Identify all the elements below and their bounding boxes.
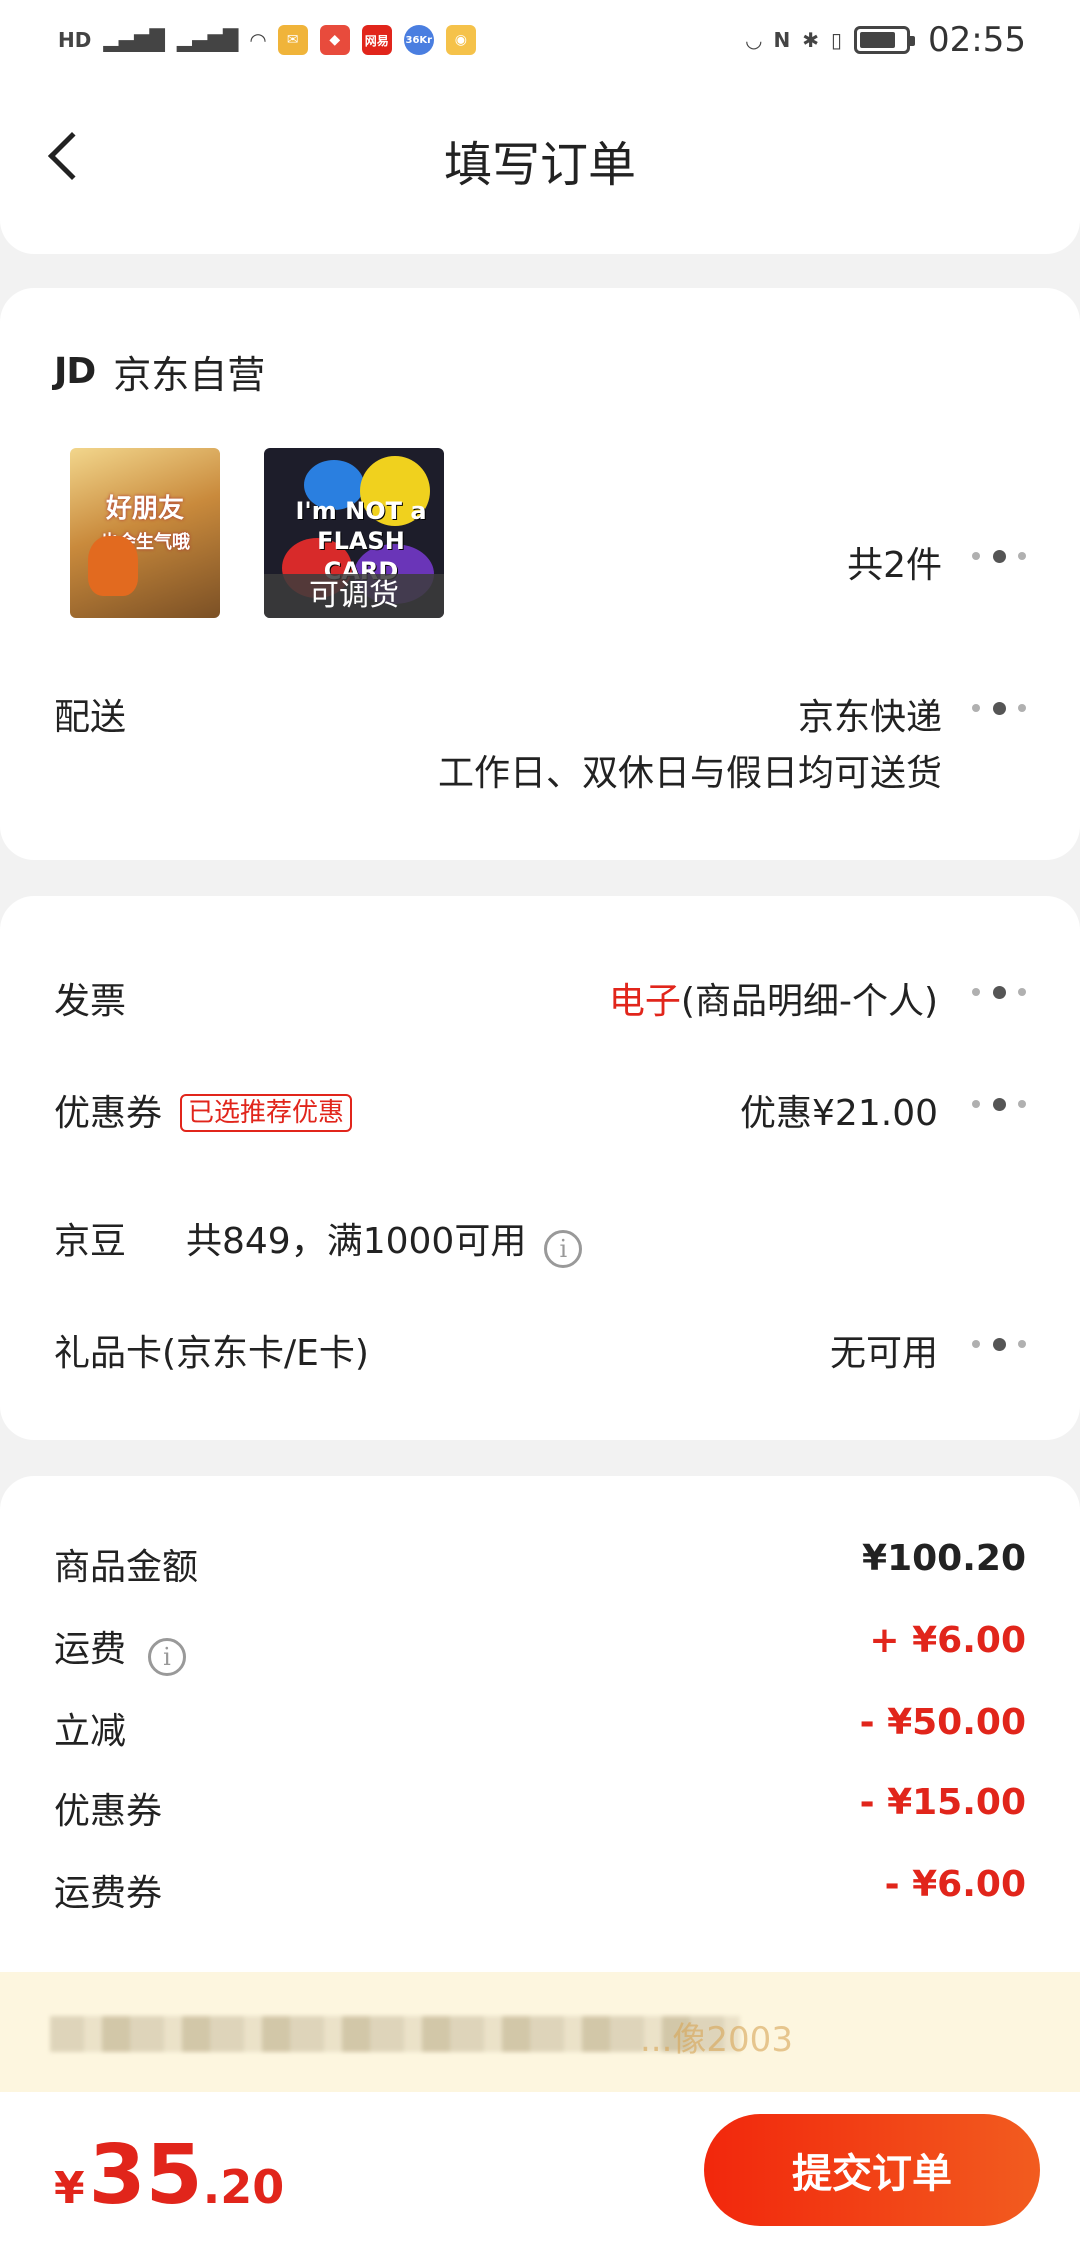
more-dots-icon[interactable]: [972, 985, 1026, 999]
hd-icon: HD: [58, 28, 92, 52]
status-right-icons: ◡ N ✱ ▯ 02:55: [746, 20, 1026, 60]
product-thumbnail-1[interactable]: 好朋友 也会生气哦: [70, 448, 220, 618]
order-items-card: JD 京东自营 好朋友 也会生气哦 I'm NOT a FLASH CARD 可调…: [0, 288, 1080, 860]
vibrate-icon: ▯: [831, 28, 843, 52]
submit-order-button[interactable]: 提交订单: [704, 2114, 1040, 2226]
page-title: 填写订单: [443, 137, 636, 193]
page-header: 填写订单: [0, 80, 1080, 254]
item-count: 共2件: [847, 545, 942, 586]
summary-value: ¥100.20: [862, 1538, 1026, 1579]
fox-illustration: [88, 536, 138, 596]
product-thumbnail-2[interactable]: I'm NOT a FLASH CARD 可调货: [264, 448, 444, 618]
summary-value: + ¥6.00: [869, 1620, 1026, 1661]
info-icon[interactable]: i: [148, 1638, 187, 1676]
total-price: ¥35.20: [54, 2128, 285, 2223]
clock: 02:55: [928, 20, 1026, 60]
invoice-label: 发票: [54, 981, 127, 1022]
more-dots-icon[interactable]: [972, 701, 1026, 715]
wifi-icon: ◠: [250, 28, 266, 52]
price-summary-card: 商品金额 ¥100.20 运费 i + ¥6.00 立减 - ¥50.00 优惠券…: [0, 1476, 1080, 1996]
coupon-value[interactable]: 优惠¥21.00: [740, 1084, 938, 1136]
36kr-icon: 36Kr: [403, 25, 434, 55]
summary-label: 立减: [54, 1711, 127, 1752]
store-header: JD 京东自营: [54, 344, 265, 399]
summary-value: - ¥15.00: [859, 1782, 1026, 1823]
delivery-note: 工作日、双休日与假日均可送货: [437, 753, 942, 794]
battery-icon: [854, 26, 916, 54]
netease-icon: 网易: [361, 25, 392, 55]
app-icon: ◆: [319, 25, 350, 55]
summary-value: - ¥50.00: [859, 1702, 1026, 1743]
transferable-tag: 可调货: [264, 574, 444, 618]
info-icon[interactable]: i: [544, 1230, 583, 1268]
payment-options-card: 发票 电子(商品明细-个人) 优惠券 已选推荐优惠 优惠¥21.00 京豆 共84…: [0, 896, 1080, 1440]
notes-icon: ◉: [445, 25, 476, 55]
coupon-label: 优惠券 已选推荐优惠: [54, 1084, 353, 1136]
recommended-badge: 已选推荐优惠: [180, 1094, 353, 1132]
more-dots-icon[interactable]: [972, 1097, 1026, 1111]
invoice-value[interactable]: 电子(商品明细-个人): [609, 972, 938, 1024]
bluetooth-icon: ✱: [802, 28, 819, 52]
more-dots-icon[interactable]: [972, 1337, 1026, 1351]
jingdou-text: 共849，满1000可用 i: [186, 1212, 583, 1268]
gift-card-value[interactable]: 无可用: [830, 1324, 938, 1376]
summary-label: 优惠券: [54, 1791, 163, 1832]
delivery-label: 配送: [54, 697, 127, 738]
more-dots-icon[interactable]: [972, 549, 1026, 563]
product-2-cover-title: I'm NOT a FLASH CARD: [295, 497, 427, 585]
store-name: 京东自营: [113, 353, 266, 397]
status-bar: HD ▂▄▆█ ▂▄▆█ ◠ ✉ ◆ 网易 36Kr ◉ ◡ N ✱ ▯ 02:…: [0, 0, 1080, 80]
checkout-bar: ¥35.20 提交订单: [0, 2092, 1080, 2244]
signal-2g-icon: ▂▄▆█: [176, 28, 239, 52]
status-left-icons: HD ▂▄▆█ ▂▄▆█ ◠ ✉ ◆ 网易 36Kr ◉: [58, 25, 476, 55]
blurred-address-text: [50, 2016, 740, 2052]
nfc-icon: N: [773, 28, 791, 52]
headphones-icon: ◡: [746, 28, 762, 52]
gift-card-label: 礼品卡(京东卡/E卡): [54, 1333, 369, 1374]
summary-label: 商品金额: [54, 1547, 199, 1588]
address-notice-bar[interactable]: ...像2003: [0, 1972, 1080, 2092]
jingdou-label: 京豆: [54, 1221, 127, 1262]
mail-icon: ✉: [277, 25, 308, 55]
jd-logo: JD: [54, 351, 96, 392]
signal-4g-icon: ▂▄▆█: [103, 28, 165, 52]
summary-label: 运费券: [54, 1873, 163, 1914]
summary-label: 运费 i: [54, 1620, 187, 1676]
summary-value: - ¥6.00: [884, 1864, 1026, 1905]
notice-text: ...像2003: [640, 2020, 793, 2060]
delivery-method[interactable]: 京东快递: [798, 688, 942, 740]
